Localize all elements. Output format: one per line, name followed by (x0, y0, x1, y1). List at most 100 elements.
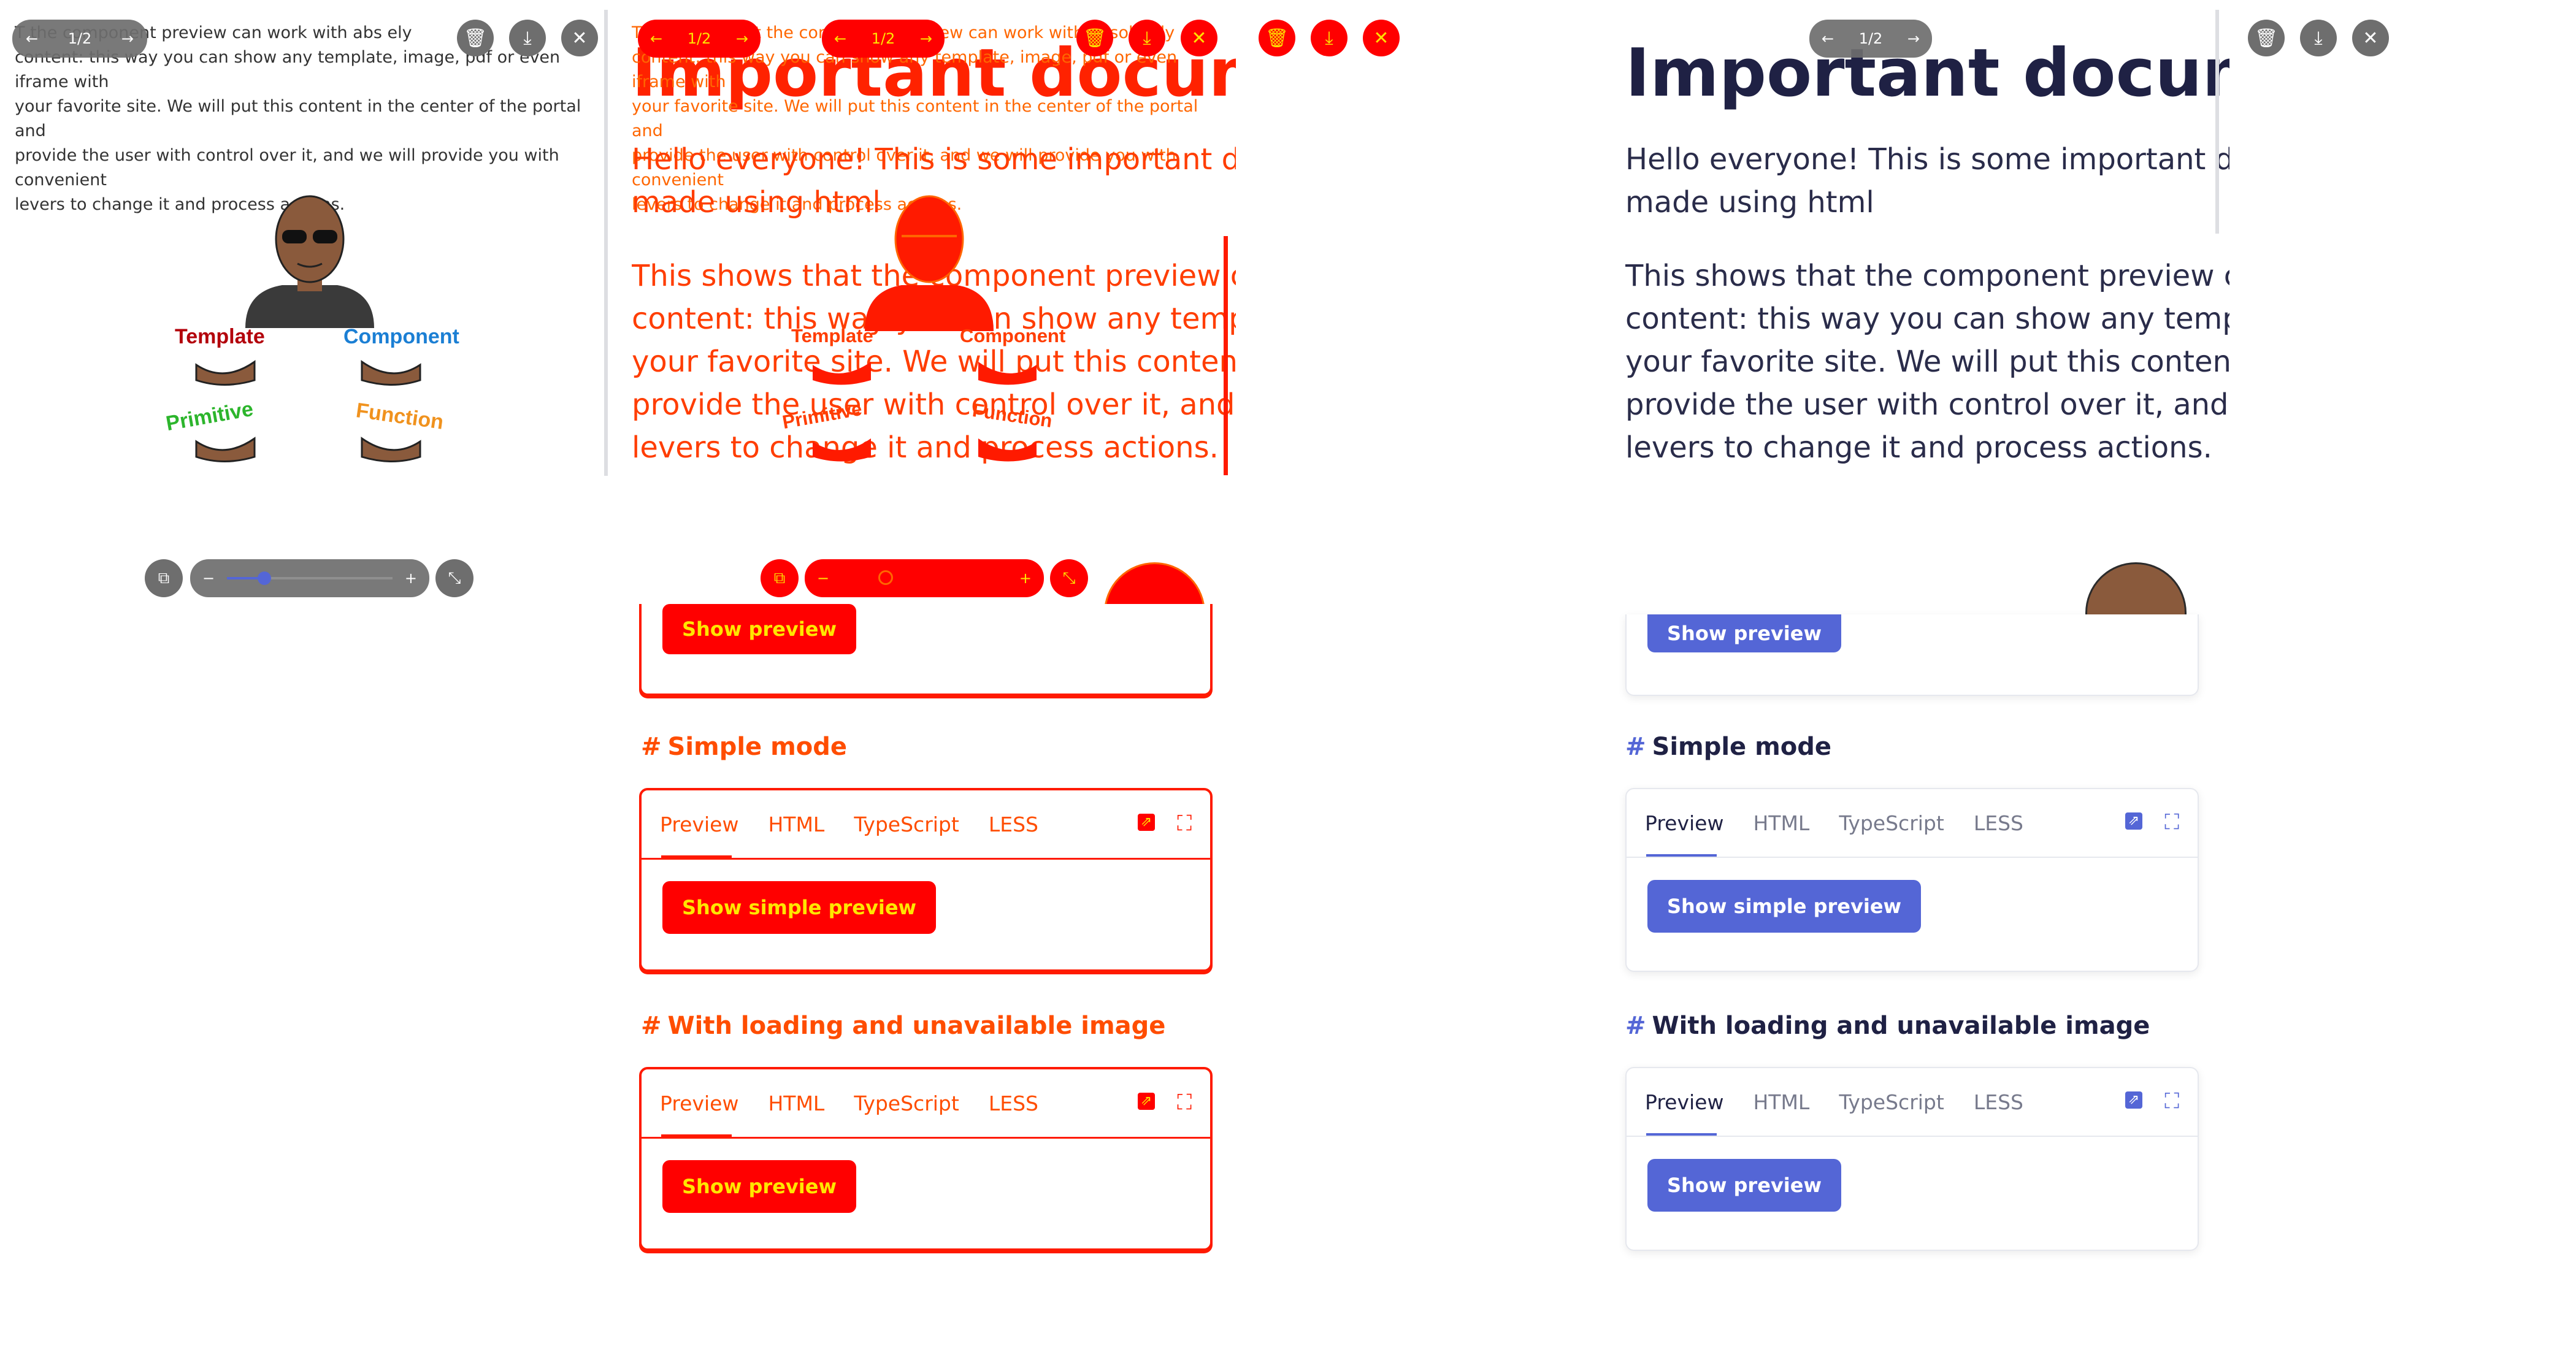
p2-line: provide the user with control over it, a… (1625, 388, 2229, 422)
loading-card: Preview HTML TypeScript LESS ⇗ ⛶ Show pr… (1625, 1067, 2199, 1251)
show-preview-button[interactable]: Show preview (1647, 1159, 1841, 1212)
arrow-right-icon[interactable]: → (736, 30, 748, 47)
copy-icon[interactable]: ⧉ (761, 559, 799, 597)
zoom-slider-handle[interactable] (258, 571, 272, 585)
trash-icon[interactable]: 🗑 (2248, 20, 2285, 56)
hand-icon (813, 438, 871, 462)
arrow-left-icon[interactable]: ← (1822, 30, 1834, 47)
minus-icon[interactable]: − (817, 570, 829, 587)
overlay-text-line: your favorite site. We will put this con… (632, 97, 1198, 140)
open-external-icon[interactable]: ⇗ (2125, 812, 2142, 830)
p2-line: your favorite site. We will put this con… (1625, 345, 2229, 379)
download-icon[interactable]: ⤓ (2300, 20, 2337, 56)
fullscreen-icon[interactable]: ⛶ (1177, 1090, 1192, 1115)
trash-icon[interactable]: 🗑 (457, 20, 494, 56)
plus-icon[interactable]: + (405, 570, 417, 587)
tab-less[interactable]: LESS (1974, 1090, 2023, 1114)
minus-icon[interactable]: − (202, 570, 215, 587)
tab-html[interactable]: HTML (1753, 1090, 1809, 1114)
arrow-right-icon[interactable]: → (121, 30, 134, 47)
show-preview-button[interactable]: Show preview (662, 1160, 856, 1213)
loading-card-overlay: Preview HTML TypeScript LESS ⇗ ⛶ Show pr… (639, 1067, 1213, 1251)
tab-preview[interactable]: Preview (660, 812, 738, 836)
plus-icon[interactable]: + (1019, 570, 1032, 587)
tab-less[interactable]: LESS (1974, 811, 2023, 835)
component-label-overlay: Component (960, 325, 1066, 346)
simple-mode-heading: # Simple mode (1625, 733, 1831, 761)
tab-preview[interactable]: Preview (1645, 1090, 1723, 1114)
heading-text: Simple mode (1652, 733, 1832, 761)
tab-html[interactable]: HTML (1753, 811, 1809, 835)
fullscreen-icon[interactable]: ⛶ (1177, 811, 1192, 836)
download-icon[interactable]: ⤓ (509, 20, 546, 56)
tab-bar: Preview HTML TypeScript LESS ⇗ ⛶ (1627, 789, 2198, 858)
hand-icon (361, 437, 421, 462)
scrollbar[interactable] (2215, 10, 2219, 234)
active-tab-indicator (661, 1134, 732, 1137)
show-simple-preview-button[interactable]: Show simple preview (1647, 880, 1922, 933)
tab-preview[interactable]: Preview (660, 1091, 738, 1115)
fullscreen-icon[interactable]: ⛶ (2164, 810, 2179, 835)
close-icon[interactable]: ✕ (1363, 20, 1400, 56)
p1-line: made using html (1625, 185, 1874, 220)
show-simple-preview-button[interactable]: Show simple preview (662, 881, 937, 934)
open-external-icon[interactable]: ⇗ (1138, 814, 1155, 831)
open-external-icon[interactable]: ⇗ (2125, 1091, 2142, 1109)
hash-icon: # (641, 733, 662, 761)
p2-line: levers to change it and process actions. (1625, 430, 2212, 465)
heading-text: With loading and unavailable image (1652, 1012, 2150, 1040)
tab-preview[interactable]: Preview (1645, 811, 1723, 835)
heading-text: Simple mode (667, 733, 848, 761)
p2-line: content: this way you can show any templ… (1625, 302, 2229, 336)
tab-html[interactable]: HTML (768, 1091, 824, 1115)
copy-icon[interactable]: ⧉ (145, 559, 183, 597)
tab-typescript[interactable]: TypeScript (854, 1091, 959, 1115)
download-icon[interactable]: ⤓ (1129, 20, 1165, 56)
pager-label: 1/2 (687, 30, 711, 47)
close-icon[interactable]: ✕ (1181, 20, 1217, 56)
collapse-icon[interactable]: ⤡ (435, 559, 473, 597)
fullscreen-icon[interactable]: ⛶ (2164, 1089, 2179, 1114)
zoom-slider[interactable] (227, 571, 393, 585)
avatar-peek (2085, 562, 2187, 614)
avatar (245, 195, 374, 328)
show-preview-button[interactable]: Show preview (662, 604, 856, 654)
tab-less[interactable]: LESS (989, 1091, 1038, 1115)
tab-typescript[interactable]: TypeScript (1839, 811, 1944, 835)
hash-icon: # (641, 1012, 662, 1040)
tab-html[interactable]: HTML (768, 812, 824, 836)
scrollbar[interactable] (604, 10, 608, 476)
zoom-slider-handle[interactable] (878, 570, 894, 585)
trash-icon[interactable]: 🗑 (1259, 20, 1295, 56)
arrow-right-icon[interactable]: → (1907, 30, 1920, 47)
hash-icon[interactable]: # (1625, 1012, 1646, 1040)
show-preview-button[interactable]: Show preview (1647, 614, 1841, 652)
open-external-icon[interactable]: ⇗ (1138, 1093, 1155, 1110)
pager-label: 1/2 (871, 30, 895, 47)
hand-icon (978, 438, 1037, 462)
loading-heading: # With loading and unavailable image (1625, 1012, 2150, 1040)
left-text-line: your favorite site. We will put this con… (15, 97, 581, 140)
arrow-left-icon[interactable]: ← (650, 30, 662, 47)
arrow-right-icon[interactable]: → (920, 30, 932, 47)
close-icon[interactable]: ✕ (2352, 20, 2389, 56)
arrow-left-icon[interactable]: ← (834, 30, 846, 47)
scrollbar[interactable] (1224, 236, 1228, 475)
arrow-left-icon[interactable]: ← (26, 30, 38, 47)
simple-card: Preview HTML TypeScript LESS ⇗ ⛶ Show si… (1625, 788, 2199, 972)
p1-line: Hello everyone! This is some important d… (1625, 142, 2229, 177)
pager-overlay: ← 1/2 → (822, 20, 945, 58)
trash-icon[interactable]: 🗑 (1076, 20, 1113, 56)
pager: ← 1/2 → (12, 20, 147, 58)
overlay-p1-line: Hello everyone! This is some important d… (632, 142, 1236, 177)
zoom-slider[interactable] (841, 570, 1007, 585)
component-label: Component (343, 325, 459, 348)
tab-less[interactable]: LESS (989, 812, 1038, 836)
hash-icon[interactable]: # (1625, 733, 1646, 761)
download-icon[interactable]: ⤓ (1311, 20, 1347, 56)
tab-typescript[interactable]: TypeScript (854, 812, 959, 836)
collapse-icon[interactable]: ⤡ (1050, 559, 1088, 597)
tab-typescript[interactable]: TypeScript (1839, 1090, 1944, 1114)
close-icon[interactable]: ✕ (561, 20, 598, 56)
hand-icon (195, 437, 256, 462)
